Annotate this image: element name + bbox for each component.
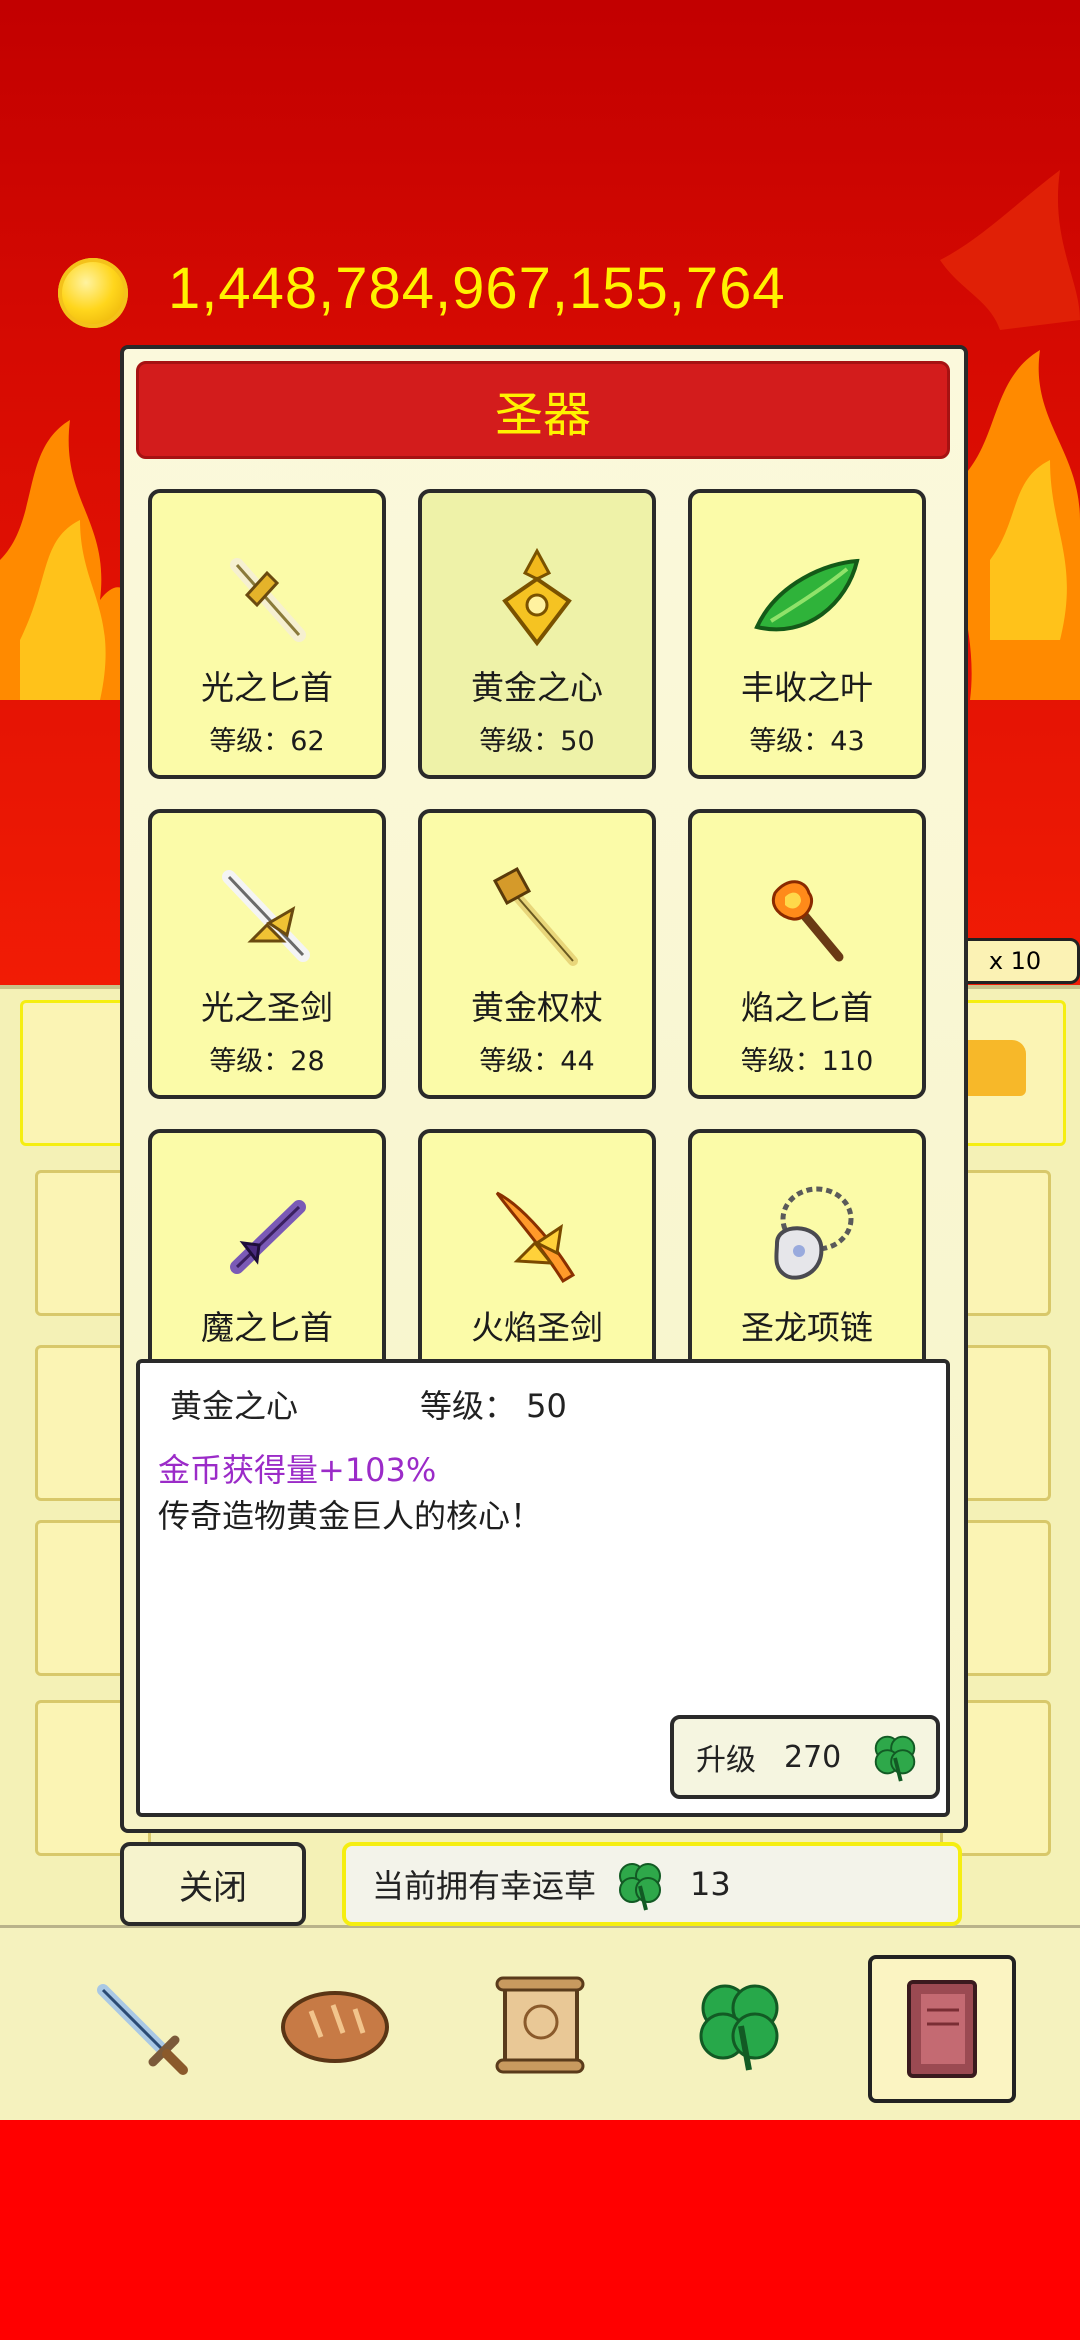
nav-clover[interactable] [670,1955,810,2095]
golden-scepter-icon [492,866,578,966]
clover-icon [874,1735,916,1782]
upgrade-label: 升级 [696,1743,756,1778]
dragon-necklace-icon [774,1186,854,1280]
nav-scroll[interactable] [470,1955,610,2095]
artifact-level: 等级：62 [209,726,325,757]
artifact-dialog: 圣器 光之匕首 等级：62 黄金之心 等级：50 丰收之叶 等级：43 光之圣剑… [120,345,968,1833]
artifact-name: 圣龙项链 [741,1308,873,1347]
detail-level: 等级： 50 [420,1387,567,1425]
artifact-card-golden-heart[interactable]: 黄金之心 等级：50 [418,489,656,779]
harvest-leaf-icon [754,558,860,632]
book-icon [907,1980,977,2078]
artifact-level: 等级：44 [479,1046,595,1077]
sword-icon [97,1984,188,2075]
upgrade-cost: 270 [784,1739,842,1775]
nav-sword[interactable] [68,1955,208,2095]
artifact-card-holy-light-sword[interactable]: 光之圣剑 等级：28 [148,809,386,1099]
artifact-name: 魔之匕首 [201,1308,333,1347]
artifact-card-golden-scepter[interactable]: 黄金权杖 等级：44 [418,809,656,1099]
lucky-clover-label: 当前拥有幸运草 [372,1867,597,1905]
lucky-clover-counter: 当前拥有幸运草 13 [342,1842,962,1926]
artifact-level: 等级：50 [479,726,595,757]
multiplier-badge[interactable]: x 10 [950,938,1080,984]
artifact-level: 等级：43 [749,726,865,757]
clover-icon [699,1984,779,2071]
artifact-level: 等级：28 [209,1046,325,1077]
gold-coin-icon [58,258,128,328]
clover-icon [619,1863,662,1911]
artifact-name: 光之匕首 [201,668,333,707]
cheese-icon[interactable] [962,1040,1026,1096]
bottom-red-background [0,2120,1080,2340]
artifact-card-flame-dagger[interactable]: 焰之匕首 等级：110 [688,809,926,1099]
holy-light-sword-icon [222,870,310,962]
nav-book[interactable] [868,1955,1016,2103]
flame-holy-sword-icon [495,1191,576,1284]
detail-description: 传奇造物黄金巨人的核心！ [158,1497,543,1535]
golden-heart-icon [502,547,572,647]
nav-food[interactable] [265,1955,405,2095]
artifact-name: 黄金之心 [471,668,603,707]
light-dagger-icon [230,558,306,642]
upgrade-button[interactable]: 升级 270 [670,1715,940,1799]
artifact-level: 等级：110 [740,1046,874,1077]
detail-name: 黄金之心 [170,1387,299,1425]
close-button[interactable]: 关闭 [120,1842,306,1926]
artifact-name: 火焰圣剑 [471,1308,603,1347]
artifact-name: 丰收之叶 [741,668,873,707]
lucky-clover-count: 13 [690,1865,731,1903]
bread-icon [281,1991,389,2063]
demon-dagger-icon [230,1200,306,1274]
detail-bonus: 金币获得量+103% [158,1451,437,1489]
flame-dagger-icon [772,880,844,962]
artifact-name: 焰之匕首 [741,988,873,1027]
artifact-detail-panel: 黄金之心 等级： 50 金币获得量+103% 传奇造物黄金巨人的核心！ 升级 2… [136,1359,950,1817]
scroll-icon [495,1976,585,2074]
coin-amount: 1,448,784,967,155,764 [168,256,786,321]
dialog-title: 圣器 [136,361,950,459]
artifact-name: 黄金权杖 [471,988,603,1027]
artifact-name: 光之圣剑 [201,988,333,1027]
artifact-card-harvest-leaf[interactable]: 丰收之叶 等级：43 [688,489,926,779]
artifact-card-light-dagger[interactable]: 光之匕首 等级：62 [148,489,386,779]
